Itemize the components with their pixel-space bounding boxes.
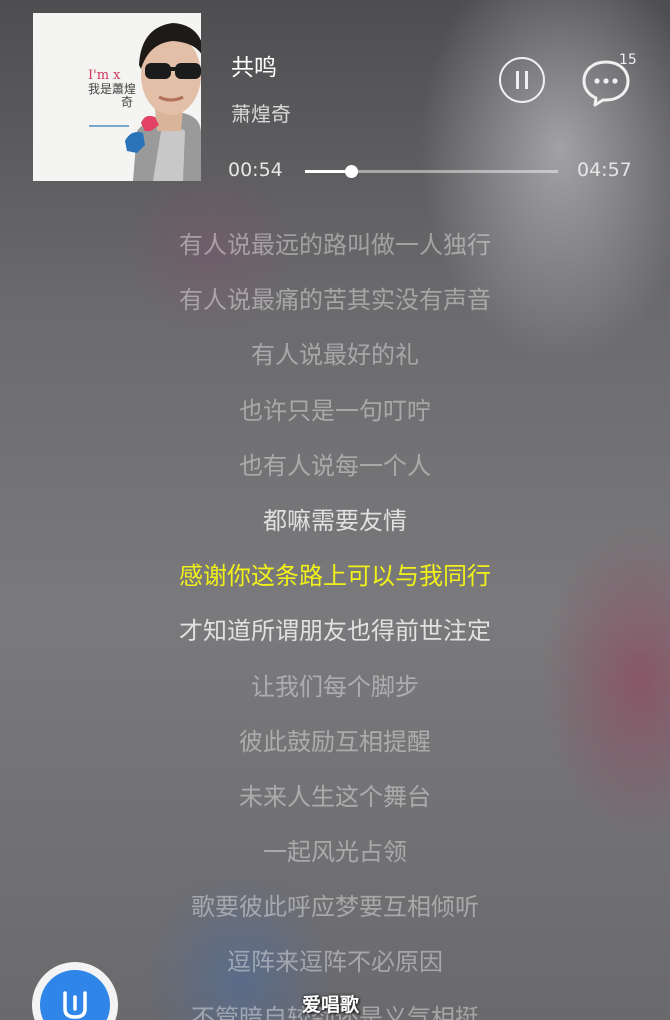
current-time: 00:54 (228, 159, 283, 181)
album-cover[interactable]: I'm x 我是蕭煌 奇 (33, 13, 201, 181)
lyric-line: 才知道所谓朋友也得前世注定 (179, 617, 491, 646)
lyric-line: 彼此鼓励互相提醒 (239, 727, 431, 756)
pause-icon (513, 71, 531, 89)
lyric-line: 一起风光占领 (263, 838, 407, 867)
svg-text:I'm x: I'm x (88, 68, 121, 83)
svg-text:我是蕭煌: 我是蕭煌 (88, 82, 136, 96)
lyric-line: 也许只是一句叮咛 (239, 396, 431, 425)
watermark: 爱唱歌 (302, 994, 360, 1016)
player-header: I'm x 我是蕭煌 奇 共鸣 萧煌奇 15 00:54 04:57 (0, 0, 670, 195)
lyrics-list[interactable]: 有人说最远的路叫做一人独行 有人说最痛的苦其实没有声音 有人说最好的礼 也许只是… (0, 218, 670, 1020)
lyric-line: 有人说最好的礼 (251, 341, 419, 370)
lyric-line: 都嘛需要友情 (263, 506, 407, 535)
progress-bar[interactable] (305, 165, 558, 178)
song-artist[interactable]: 萧煌奇 (231, 98, 291, 127)
lyric-line: 也有人说每一个人 (239, 451, 431, 480)
song-title: 共鸣 (231, 55, 277, 81)
lyric-line: 歌要彼此呼应梦要互相倾听 (191, 893, 479, 922)
album-cover-icon: I'm x 我是蕭煌 奇 (33, 13, 201, 181)
voice-assistant-icon (63, 991, 87, 1019)
comment-count-badge: 15 (619, 52, 637, 68)
total-time: 04:57 (577, 159, 632, 181)
lyric-line: 未来人生这个舞台 (239, 782, 431, 811)
svg-text:奇: 奇 (121, 95, 133, 109)
lyric-line: 让我们每个脚步 (251, 672, 419, 701)
lyric-line: 有人说最远的路叫做一人独行 (179, 231, 491, 259)
lyric-line-current: 感谢你这条路上可以与我同行 (179, 562, 491, 591)
fab-inner (40, 970, 110, 1020)
progress-knob[interactable] (345, 165, 359, 178)
lyric-line: 有人说最痛的苦其实没有声音 (179, 286, 491, 315)
pause-button[interactable] (499, 57, 545, 103)
